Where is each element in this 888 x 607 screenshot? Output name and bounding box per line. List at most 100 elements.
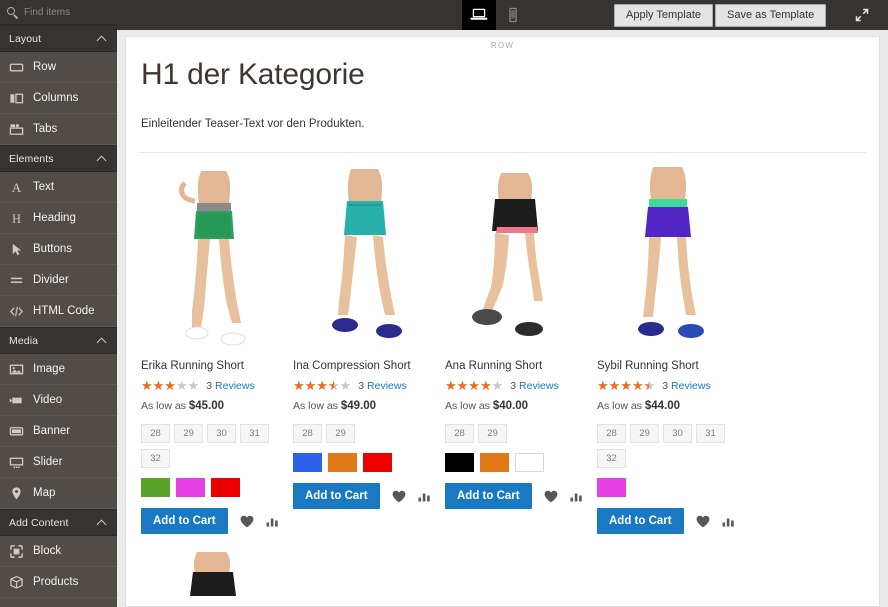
size-option[interactable]: 32: [141, 449, 170, 468]
review-link[interactable]: 3 Reviews: [662, 380, 710, 392]
size-option[interactable]: 28: [597, 424, 626, 443]
compare-icon[interactable]: [266, 515, 279, 527]
color-swatch[interactable]: [445, 453, 474, 472]
color-swatch[interactable]: [211, 478, 240, 497]
sidebar-item-slider[interactable]: Slider: [0, 447, 117, 478]
sidebar-item-heading[interactable]: H Heading: [0, 203, 117, 234]
html-code-icon: [9, 304, 24, 319]
product-image[interactable]: [293, 159, 437, 355]
size-option[interactable]: 28: [445, 424, 474, 443]
review-link[interactable]: 3 Reviews: [206, 380, 254, 392]
heart-icon[interactable]: [392, 490, 406, 503]
size-option[interactable]: 31: [696, 424, 725, 443]
heart-icon[interactable]: [696, 515, 710, 528]
sidebar-item-buttons-label: Buttons: [33, 243, 72, 255]
product-name[interactable]: Sybil Running Short: [597, 359, 741, 373]
product-actions: Add to Cart: [141, 508, 285, 534]
image-icon: [9, 362, 24, 377]
chevron-up-icon: [98, 336, 107, 345]
product-card[interactable]: Ana Running Short ★★★★★ ★★★★★ 3 Reviews: [445, 159, 597, 534]
heart-icon[interactable]: [240, 515, 254, 528]
color-swatch[interactable]: [141, 478, 170, 497]
product-rating[interactable]: ★★★★★ ★★★★★ 3 Reviews: [141, 379, 285, 392]
color-swatch[interactable]: [176, 478, 205, 497]
review-count: 3: [510, 379, 517, 392]
sidebar-item-video[interactable]: Video: [0, 385, 117, 416]
review-link[interactable]: 3 Reviews: [510, 380, 558, 392]
viewport-desktop-button[interactable]: [462, 0, 496, 30]
size-option[interactable]: 29: [174, 424, 203, 443]
color-swatch[interactable]: [363, 453, 392, 472]
product-card[interactable]: Sybil Running Short ★★★★★ ★★★★★ 3 Review…: [597, 159, 749, 534]
add-to-cart-button[interactable]: Add to Cart: [293, 483, 380, 509]
price-value: $49.00: [340, 400, 377, 412]
star-rating: ★★★★★ ★★★★★: [141, 378, 200, 393]
sidebar-item-map[interactable]: Map: [0, 478, 117, 509]
search-input[interactable]: [24, 6, 112, 18]
apply-template-button[interactable]: Apply Template: [614, 4, 714, 27]
sidebar-item-image[interactable]: Image: [0, 354, 117, 385]
size-option[interactable]: 28: [293, 424, 322, 443]
product-rating[interactable]: ★★★★★ ★★★★★ 3 Reviews: [293, 379, 437, 392]
sidebar-item-image-label: Image: [33, 363, 65, 375]
product-name[interactable]: Ana Running Short: [445, 359, 589, 373]
sidebar-item-columns[interactable]: Columns: [0, 83, 117, 114]
size-option[interactable]: 31: [240, 424, 269, 443]
heart-icon[interactable]: [544, 490, 558, 503]
sidebar-section-add-content[interactable]: Add Content: [0, 509, 117, 536]
size-option[interactable]: 29: [478, 424, 507, 443]
sidebar-section-elements[interactable]: Elements: [0, 145, 117, 172]
sidebar-item-products[interactable]: Products: [0, 567, 117, 598]
add-to-cart-button[interactable]: Add to Cart: [597, 508, 684, 534]
sidebar-search-row[interactable]: [0, 0, 117, 25]
content-row[interactable]: H1 der Kategorie Einleitender Teaser-Tex…: [126, 53, 879, 597]
sidebar-item-tabs[interactable]: Tabs: [0, 114, 117, 145]
size-option[interactable]: 29: [326, 424, 355, 443]
product-image[interactable]: [141, 546, 285, 596]
review-link[interactable]: 3 Reviews: [358, 380, 406, 392]
sidebar-item-text-label: Text: [33, 181, 55, 193]
product-rating[interactable]: ★★★★★ ★★★★★ 3 Reviews: [445, 379, 589, 392]
size-option[interactable]: 30: [663, 424, 692, 443]
compare-icon[interactable]: [418, 490, 431, 502]
expand-icon[interactable]: [855, 8, 869, 22]
product-image[interactable]: [445, 159, 589, 355]
color-swatch[interactable]: [328, 453, 357, 472]
price-prefix: As low as: [445, 400, 490, 412]
sidebar-section-media[interactable]: Media: [0, 327, 117, 354]
product-rating[interactable]: ★★★★★ ★★★★★ 3 Reviews: [597, 379, 741, 392]
compare-icon[interactable]: [570, 490, 583, 502]
product-image[interactable]: [597, 159, 741, 355]
color-swatch[interactable]: [597, 478, 626, 497]
sidebar-item-block[interactable]: Block: [0, 536, 117, 567]
product-image[interactable]: [141, 159, 285, 355]
size-option[interactable]: 29: [630, 424, 659, 443]
sidebar-item-banner[interactable]: Banner: [0, 416, 117, 447]
size-option[interactable]: 32: [597, 449, 626, 468]
viewport-mobile-button[interactable]: [496, 0, 530, 30]
teaser-text: Einleitender Teaser-Text vor den Produkt…: [141, 118, 365, 130]
sidebar-section-layout[interactable]: Layout: [0, 25, 117, 52]
price-value: $45.00: [188, 400, 225, 412]
price-value: $44.00: [644, 400, 681, 412]
add-to-cart-button[interactable]: Add to Cart: [445, 483, 532, 509]
color-swatch[interactable]: [480, 453, 509, 472]
product-card[interactable]: Ina Compression Short ★★★★★ ★★★★★ 3 Revi…: [293, 159, 445, 534]
compare-icon[interactable]: [722, 515, 735, 527]
sidebar-item-text[interactable]: A Text: [0, 172, 117, 203]
product-price: As low as $45.00: [141, 400, 285, 412]
product-name[interactable]: Erika Running Short: [141, 359, 285, 373]
color-swatch[interactable]: [293, 453, 322, 472]
product-card[interactable]: Erika Running Short ★★★★★ ★★★★★ 3 Review…: [141, 159, 293, 534]
add-to-cart-button[interactable]: Add to Cart: [141, 508, 228, 534]
size-option[interactable]: 28: [141, 424, 170, 443]
color-swatch[interactable]: [515, 453, 544, 472]
product-name[interactable]: Ina Compression Short: [293, 359, 437, 373]
sidebar-item-row[interactable]: Row: [0, 52, 117, 83]
sidebar-item-html-code[interactable]: HTML Code: [0, 296, 117, 327]
product-card[interactable]: [141, 546, 293, 596]
sidebar-item-divider[interactable]: Divider: [0, 265, 117, 296]
save-as-template-button[interactable]: Save as Template: [715, 4, 827, 27]
sidebar-item-buttons[interactable]: Buttons: [0, 234, 117, 265]
size-option[interactable]: 30: [207, 424, 236, 443]
